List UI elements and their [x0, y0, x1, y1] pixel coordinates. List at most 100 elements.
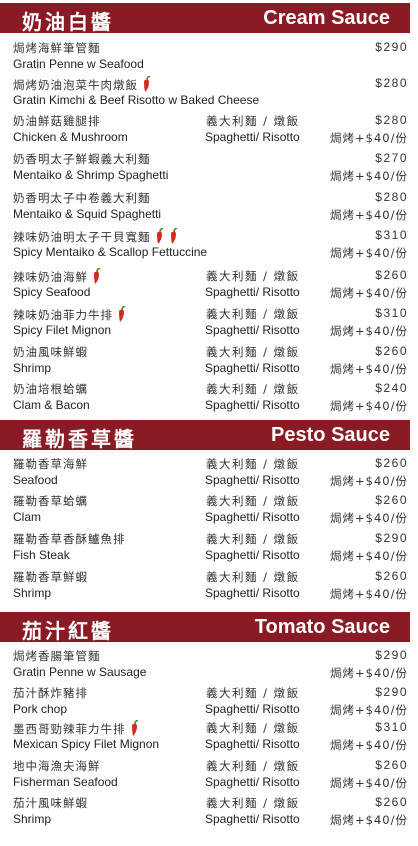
section-title-zh: 羅勒香草醬	[22, 427, 137, 451]
item-price: $260	[375, 795, 408, 809]
gratin-addon: 焗烤+$40/份	[330, 246, 408, 260]
chili-pepper-icon	[131, 720, 138, 736]
item-price: $280	[375, 76, 408, 90]
item-price: $310	[375, 720, 408, 734]
option-en: Spaghetti/ Risotto	[205, 285, 300, 299]
item-price: $290	[375, 648, 408, 662]
item-name-en: Mexican Spicy Filet Mignon	[13, 737, 160, 751]
item-name-zh: 羅勒香草鮮蝦	[13, 570, 88, 584]
menu-item: 地中海漁夫海鮮 Fisherman Seafood 義大利麵 / 燉飯 Spaghet…	[0, 758, 418, 796]
item-price: $260	[375, 268, 408, 282]
option-en: Spaghetti/ Risotto	[205, 702, 300, 716]
menu-item: 奶油風味鮮蝦 Shrimp 義大利麵 / 燉飯 Spaghetti/ Risotto $…	[0, 344, 418, 382]
gratin-addon: 焗烤+$40/份	[330, 587, 408, 601]
menu-item: 羅勒香草鮮蝦 Shrimp 義大利麵 / 燉飯 Spaghetti/ Risotto $…	[0, 569, 418, 607]
chili-pepper-icon	[156, 228, 163, 244]
item-price: $260	[375, 493, 408, 507]
option-en: Spaghetti/ Risotto	[205, 473, 300, 487]
item-name-en: Clam	[13, 510, 42, 524]
item-name-en: Clam & Bacon	[13, 398, 90, 412]
item-price: $260	[375, 758, 408, 772]
item-price: $280	[375, 113, 408, 127]
menu-item: 茄汁酥炸豬排 Pork chop 義大利麵 / 燉飯 Spaghetti/ Risot…	[0, 685, 418, 723]
item-name-en: Shrimp	[13, 586, 52, 600]
item-price: $290	[375, 40, 408, 54]
item-name-en: Seafood	[13, 473, 58, 487]
option-zh: 義大利麵 / 燉飯	[206, 345, 300, 359]
item-price: $290	[375, 531, 408, 545]
option-zh: 義大利麵 / 燉飯	[206, 686, 300, 700]
option-zh: 義大利麵 / 燉飯	[206, 570, 300, 584]
gratin-addon: 焗烤+$40/份	[330, 324, 408, 338]
item-name-zh: 焗烤奶油泡菜牛肉燉飯	[13, 76, 152, 93]
menu-item: 奶香明太子中卷義大利麵 Mentaiko & Squid Spaghetti $28…	[0, 190, 418, 228]
menu-item: 墨西哥勁辣菲力牛排 Mexican Spicy Filet Mignon 義大利麵 …	[0, 720, 418, 758]
item-name-zh: 奶香明太子鮮蝦義大利麵	[13, 152, 151, 166]
gratin-addon: 焗烤+$40/份	[330, 511, 408, 525]
item-name-en: Gratin Kimchi & Beef Risotto w Baked Che…	[13, 93, 260, 107]
item-price: $260	[375, 456, 408, 470]
gratin-addon: 焗烤+$40/份	[330, 131, 408, 145]
option-en: Spaghetti/ Risotto	[205, 361, 300, 375]
item-name-zh: 辣味奶油海鮮	[13, 268, 102, 285]
gratin-addon: 焗烤+$40/份	[330, 399, 408, 413]
menu-item: 辣味奶油海鮮 Spicy Seafood 義大利麵 / 燉飯 Spaghetti/ R…	[0, 268, 418, 306]
item-name-zh: 茄汁風味鮮蝦	[13, 796, 88, 810]
chili-pepper-icon	[119, 306, 126, 322]
option-en: Spaghetti/ Risotto	[205, 323, 300, 337]
gratin-addon: 焗烤+$40/份	[330, 813, 408, 827]
menu-item: 羅勒香草海鮮 Seafood 義大利麵 / 燉飯 Spaghetti/ Risotto…	[0, 456, 418, 494]
menu-item: 羅勒香草香酥鱸魚排 Fish Steak 義大利麵 / 燉飯 Spaghetti/ R…	[0, 531, 418, 569]
menu-item: 奶油鮮菇雞腿排 Chicken & Mushroom 義大利麵 / 燉飯 Spaghe…	[0, 113, 418, 151]
item-name-zh: 焗烤香腸筆管麵	[13, 649, 101, 663]
item-name-en: Fish Steak	[13, 548, 70, 562]
section-header: 羅勒香草醬 Pesto Sauce	[0, 420, 410, 451]
option-en: Spaghetti/ Risotto	[205, 737, 300, 751]
item-name-en: Spicy Seafood	[13, 285, 91, 299]
item-name-en: Fisherman Seafood	[13, 775, 118, 789]
section-title-en: Cream Sauce	[263, 7, 390, 29]
item-name-zh: 羅勒香草香酥鱸魚排	[13, 532, 126, 546]
option-zh: 義大利麵 / 燉飯	[206, 494, 300, 508]
gratin-addon: 焗烤+$40/份	[330, 208, 408, 222]
gratin-addon: 焗烤+$40/份	[330, 703, 408, 717]
menu-item: 羅勒香草蛤蠣 Clam 義大利麵 / 燉飯 Spaghetti/ Risotto $26…	[0, 493, 418, 531]
item-price: $290	[375, 685, 408, 699]
item-name-en: Shrimp	[13, 812, 52, 826]
section-title-zh: 茄汁紅醬	[22, 619, 114, 643]
item-name-zh: 地中海漁夫海鮮	[13, 759, 101, 773]
item-name-en: Chicken & Mushroom	[13, 130, 128, 144]
option-en: Spaghetti/ Risotto	[205, 548, 300, 562]
item-price: $260	[375, 569, 408, 583]
item-name-zh: 奶香明太子中卷義大利麵	[13, 191, 151, 205]
item-name-en: Pork chop	[13, 702, 68, 716]
option-en: Spaghetti/ Risotto	[205, 775, 300, 789]
option-zh: 義大利麵 / 燉飯	[206, 532, 300, 546]
option-zh: 義大利麵 / 燉飯	[206, 759, 300, 773]
option-en: Spaghetti/ Risotto	[205, 130, 300, 144]
item-price: $260	[375, 344, 408, 358]
menu-item: 辣味奶油菲力牛排 Spicy Filet Mignon 義大利麵 / 燉飯 Spagh…	[0, 306, 418, 344]
option-en: Spaghetti/ Risotto	[205, 586, 300, 600]
gratin-addon: 焗烤+$40/份	[330, 549, 408, 563]
option-zh: 義大利麵 / 燉飯	[206, 721, 300, 735]
gratin-addon: 焗烤+$40/份	[330, 666, 408, 680]
item-name-en: Spicy Mentaiko & Scallop Fettuccine	[13, 245, 208, 259]
section-header: 茄汁紅醬 Tomato Sauce	[0, 612, 410, 643]
option-en: Spaghetti/ Risotto	[205, 812, 300, 826]
item-name-zh: 辣味奶油菲力牛排	[13, 306, 127, 323]
item-name-zh: 奶油風味鮮蝦	[13, 345, 88, 359]
item-price: $280	[375, 190, 408, 204]
item-name-en: Shrimp	[13, 361, 52, 375]
item-name-en: Gratin Penne w Sausage	[13, 665, 147, 679]
gratin-addon: 焗烤+$40/份	[330, 362, 408, 376]
option-zh: 義大利麵 / 燉飯	[206, 269, 300, 283]
item-name-zh: 羅勒香草海鮮	[13, 457, 88, 471]
option-en: Spaghetti/ Risotto	[205, 398, 300, 412]
gratin-addon: 焗烤+$40/份	[330, 776, 408, 790]
item-name-en: Mentaiko & Shrimp Spaghetti	[13, 168, 169, 182]
menu-item: 辣味奶油明太子干貝寬麵 Spicy Mentaiko & Scallop Fett…	[0, 228, 418, 266]
option-zh: 義大利麵 / 燉飯	[206, 796, 300, 810]
item-price: $270	[375, 151, 408, 165]
section-title-zh: 奶油白醬	[22, 10, 114, 34]
